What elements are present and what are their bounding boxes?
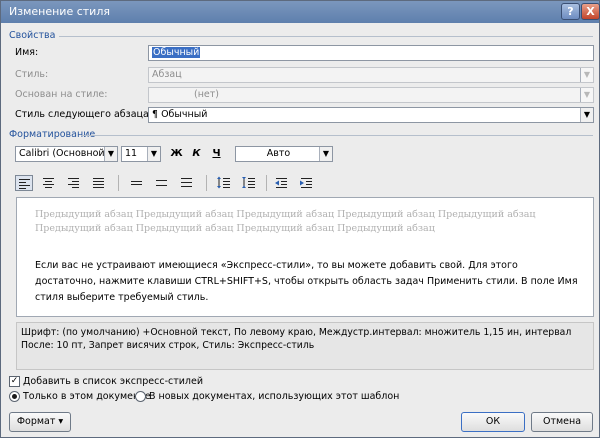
decrease-indent-button[interactable] <box>273 175 291 191</box>
align-center-button[interactable] <box>40 175 58 191</box>
close-button[interactable]: X <box>581 3 600 20</box>
only-this-document-radio[interactable] <box>9 391 20 402</box>
one-half-spacing-button[interactable] <box>153 175 171 191</box>
increase-spacing-button[interactable] <box>215 175 233 191</box>
modify-style-dialog: Изменение стиля ? X Свойства Имя: Обычны… <box>0 0 600 438</box>
style-description: Шрифт: (по умолчанию) +Основной текст, П… <box>16 322 594 370</box>
next-style-label: Стиль следующего абзаца: <box>15 109 153 120</box>
next-style-select[interactable]: ¶ Обычный ▼ <box>148 107 594 123</box>
dialog-title: Изменение стиля <box>9 5 110 18</box>
double-spacing-button[interactable] <box>178 175 196 191</box>
add-quick-style-label[interactable]: Добавить в список экспресс-стилей <box>23 376 203 387</box>
line-spacing-one-half-icon <box>156 180 167 186</box>
title-bar: Изменение стиля ? X <box>1 1 600 23</box>
align-right-icon <box>68 178 79 188</box>
next-style-value: ¶ Обычный <box>152 109 208 120</box>
justify-button[interactable] <box>90 175 108 191</box>
new-documents-label[interactable]: В новых документах, использующих этот ша… <box>149 391 399 402</box>
divider <box>81 135 593 136</box>
justify-icon <box>93 178 104 188</box>
font-select[interactable]: Calibri (Основной текс ▼ <box>15 146 118 162</box>
cancel-button[interactable]: Отмена <box>531 412 593 432</box>
align-center-icon <box>43 178 54 188</box>
chevron-down-icon[interactable]: ▼ <box>319 147 332 161</box>
style-preview: Предыдущий абзац Предыдущий абзац Предыд… <box>16 197 594 317</box>
based-on-label: Основан на стиле: <box>15 89 108 100</box>
single-spacing-button[interactable] <box>128 175 146 191</box>
style-type-label: Стиль: <box>15 69 49 80</box>
increase-indent-button[interactable] <box>298 175 316 191</box>
toolbar-separator <box>266 175 267 191</box>
format-menu-button[interactable]: Формат ▾ <box>9 412 71 432</box>
style-type-value: Абзац <box>152 69 182 80</box>
new-documents-radio[interactable] <box>135 391 146 402</box>
bold-button[interactable]: Ж <box>168 146 185 162</box>
chevron-down-icon[interactable]: ▼ <box>147 147 160 161</box>
font-color-select[interactable]: Авто ▼ <box>235 146 333 162</box>
section-properties: Свойства <box>9 30 56 41</box>
font-color-value: Авто <box>266 148 291 159</box>
help-button[interactable]: ? <box>561 3 580 20</box>
divider <box>59 36 593 37</box>
chevron-down-icon: ▼ <box>580 68 593 82</box>
chevron-down-icon[interactable]: ▼ <box>104 147 117 161</box>
decrease-indent-icon <box>275 178 287 188</box>
line-spacing-single-icon <box>131 181 142 185</box>
name-value: Обычный <box>152 47 201 58</box>
style-type-select: Абзац ▼ <box>148 67 594 83</box>
toolbar-separator <box>206 175 207 191</box>
name-input[interactable]: Обычный <box>148 45 594 61</box>
add-quick-style-checkbox[interactable]: ✓ <box>9 376 20 387</box>
font-size-select[interactable]: 11 ▼ <box>121 146 161 162</box>
line-spacing-double-icon <box>181 178 192 187</box>
chevron-down-icon: ▼ <box>580 88 593 102</box>
previous-paragraph-preview: Предыдущий абзац Предыдущий абзац Предыд… <box>35 209 536 234</box>
underline-button[interactable]: Ч <box>208 146 225 162</box>
align-left-button[interactable] <box>15 175 33 191</box>
based-on-select: (нет) ▼ <box>148 87 594 103</box>
paragraph-spacing-increase-icon <box>217 176 230 189</box>
name-label: Имя: <box>15 47 39 58</box>
ok-button[interactable]: ОК <box>461 412 525 432</box>
toolbar-separator <box>118 175 119 191</box>
decrease-spacing-button[interactable] <box>240 175 258 191</box>
only-this-document-label[interactable]: Только в этом документе <box>23 391 151 402</box>
align-right-button[interactable] <box>65 175 83 191</box>
italic-button[interactable]: К <box>188 146 205 162</box>
increase-indent-icon <box>300 178 312 188</box>
sample-text-preview: Если вас не устраивают имеющиеся «Экспре… <box>35 260 578 303</box>
paragraph-spacing-decrease-icon <box>242 177 255 188</box>
chevron-down-icon[interactable]: ▼ <box>580 108 593 122</box>
font-size-value: 11 <box>125 148 138 159</box>
based-on-value: (нет) <box>194 89 220 100</box>
align-left-icon <box>19 179 30 189</box>
